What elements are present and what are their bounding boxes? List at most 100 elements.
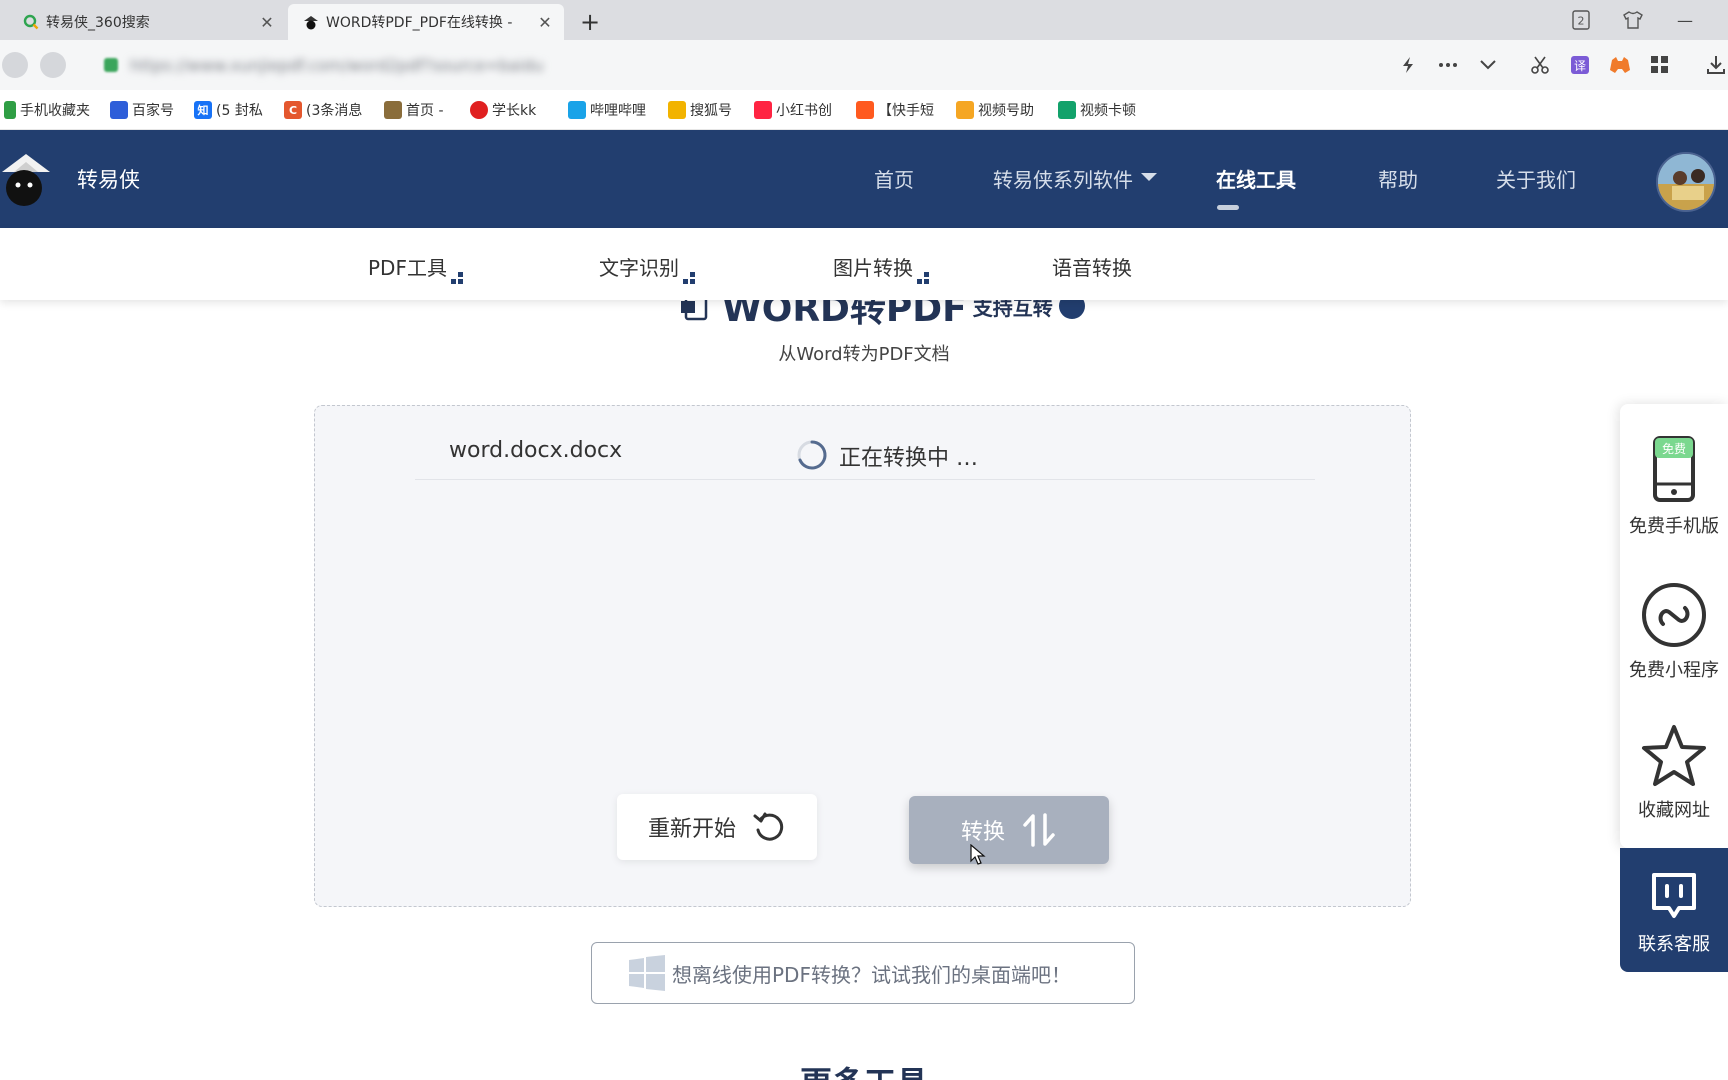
free-miniprogram-label: 免费小程序 xyxy=(1629,660,1719,681)
xiaohongshu-icon xyxy=(754,101,772,119)
desktop-promo-text: 想离线使用PDF转换？试试我们的桌面端吧！ xyxy=(672,962,1071,987)
bookmark-item[interactable]: 搜狐号 xyxy=(668,99,732,121)
subnav-label: 文字识别 xyxy=(599,256,679,280)
floating-side-panel: 免费 免费手机版 免费小程序 收藏网址 xyxy=(1620,404,1728,848)
shirt-skin-icon[interactable] xyxy=(1620,6,1646,34)
back-button[interactable] xyxy=(2,52,28,78)
close-tab-icon[interactable]: ✕ xyxy=(258,13,276,32)
swap-arrows-icon xyxy=(1023,813,1055,847)
bookmark-item[interactable]: 哔哩哔哩 xyxy=(568,99,646,121)
bookmark-item[interactable]: 首页 - xyxy=(384,99,444,121)
brand-logo-icon[interactable] xyxy=(0,150,52,208)
window-count: 2 xyxy=(1578,15,1585,28)
refresh-icon xyxy=(753,812,784,841)
browser-tab-search[interactable]: 转易侠_360搜索 ✕ xyxy=(8,4,286,40)
file-name: word.docx.docx xyxy=(449,438,623,463)
kuaishou-icon xyxy=(856,101,874,119)
contact-support-button[interactable]: 联系客服 xyxy=(1620,848,1728,972)
star-icon xyxy=(1642,725,1706,786)
paw-icon xyxy=(110,101,128,119)
restart-label: 重新开始 xyxy=(647,817,736,842)
search-favicon-icon xyxy=(22,13,40,31)
video-card-icon xyxy=(1058,101,1076,119)
nav-software-series[interactable]: 转易侠系列软件 xyxy=(993,164,1157,193)
subnav-pdf-tools[interactable]: PDF工具 xyxy=(368,252,463,284)
bookmark-item[interactable]: 百家号 xyxy=(110,99,174,121)
avatar[interactable] xyxy=(1656,152,1716,212)
book-icon xyxy=(384,101,402,119)
nav-help[interactable]: 帮助 xyxy=(1378,164,1418,193)
mouse-cursor-icon xyxy=(970,844,986,865)
bookmark-item[interactable]: 【快手短 xyxy=(856,99,934,121)
csdn-icon: C xyxy=(284,101,302,119)
subnav-voice-convert[interactable]: 语音转换 xyxy=(1052,252,1132,281)
nav-online-tools[interactable]: 在线工具 xyxy=(1216,164,1296,193)
tab-label: WORD转PDF_PDF在线转换 - xyxy=(326,15,513,31)
desktop-app-promo[interactable]: 想离线使用PDF转换？试试我们的桌面端吧！ xyxy=(591,942,1135,1004)
game-icon[interactable] xyxy=(1608,53,1632,77)
subnav-label: 图片转换 xyxy=(833,256,913,280)
miniprogram-icon xyxy=(1642,583,1706,647)
caret-down-icon xyxy=(1141,173,1157,181)
bookmark-site-link[interactable]: 收藏网址 xyxy=(1620,724,1728,822)
butterfly-icon xyxy=(956,101,974,119)
bookmark-item[interactable]: 小红书创 xyxy=(754,99,832,121)
site-favicon-icon xyxy=(302,13,320,31)
free-mobile-label: 免费手机版 xyxy=(1629,516,1719,537)
phone-bookmark-icon xyxy=(4,101,16,119)
subnav-image-convert[interactable]: 图片转换 xyxy=(833,252,929,284)
lock-icon xyxy=(104,58,118,72)
subnav-ocr[interactable]: 文字识别 xyxy=(599,252,695,284)
chevron-down-icon[interactable] xyxy=(1476,53,1500,77)
zhihu-icon: 知 xyxy=(194,101,212,119)
more-icon[interactable] xyxy=(1436,53,1460,77)
bookmark-item[interactable]: 学长kk xyxy=(470,99,536,121)
site-header: 转易侠 首页 转易侠系列软件 在线工具 帮助 关于我们 xyxy=(0,130,1728,228)
play-icon xyxy=(470,101,488,119)
window-count-icon[interactable]: 2 xyxy=(1568,6,1594,34)
tab-label: 转易侠_360搜索 xyxy=(46,15,150,31)
conversion-status: 正在转换中 … xyxy=(839,446,978,471)
windows-logo-icon xyxy=(629,955,665,991)
minimize-button[interactable]: — xyxy=(1672,6,1698,34)
bookmark-item[interactable]: 手机收藏夹 xyxy=(4,99,90,121)
restart-button[interactable]: 重新开始 xyxy=(617,794,817,860)
bookmark-item[interactable]: C (3条消息 xyxy=(284,99,362,121)
new-tab-button[interactable]: + xyxy=(576,8,604,36)
contact-support-label: 联系客服 xyxy=(1638,934,1710,955)
refresh-button[interactable] xyxy=(40,52,66,78)
apps-icon[interactable] xyxy=(1648,53,1672,77)
scissors-icon[interactable] xyxy=(1528,53,1552,77)
nav-about[interactable]: 关于我们 xyxy=(1496,164,1576,193)
convert-button[interactable]: 转换 xyxy=(909,796,1109,864)
bookmarks-bar: 手机收藏夹 百家号 知 (5 封私 C (3条消息 首页 - 学长kk 哔哩哔哩 搜… xyxy=(0,90,1728,130)
sohu-icon xyxy=(668,101,686,119)
brand-name[interactable]: 转易侠 xyxy=(77,164,140,194)
browser-tab-word-to-pdf[interactable]: WORD转PDF_PDF在线转换 - ✕ xyxy=(288,4,564,40)
close-tab-icon[interactable]: ✕ xyxy=(536,13,554,32)
upload-dropzone[interactable]: word.docx.docx 正在转换中 … 重新开始 转换 xyxy=(314,405,1411,907)
chat-bubble-icon xyxy=(1652,873,1696,918)
page-subtitle: 从Word转为PDF文档 xyxy=(778,344,950,365)
download-icon[interactable] xyxy=(1704,53,1728,77)
bilibili-icon xyxy=(568,101,586,119)
grid-dots-icon xyxy=(450,272,463,284)
browser-tab-bar: 转易侠_360搜索 ✕ WORD转PDF_PDF在线转换 - ✕ + 2 — xyxy=(0,0,1728,40)
bookmark-item[interactable]: 视频卡顿 xyxy=(1058,99,1136,121)
free-mobile-app-link[interactable]: 免费 免费手机版 xyxy=(1620,434,1728,538)
bookmark-item[interactable]: 视频号助 xyxy=(956,99,1034,121)
translate-glyph: 译 xyxy=(1571,56,1589,74)
nav-home[interactable]: 首页 xyxy=(874,164,914,193)
more-tools-heading: 更多工具 xyxy=(0,1058,1728,1080)
lightning-icon[interactable] xyxy=(1396,53,1420,77)
address-toolbar: https://www.xunjiepdf.com/word2pdf?sourc… xyxy=(0,40,1728,90)
grid-dots-icon xyxy=(683,272,695,284)
url-text: https://www.xunjiepdf.com/word2pdf?sourc… xyxy=(130,55,544,75)
bookmark-item[interactable]: 知 (5 封私 xyxy=(194,99,263,121)
mobile-phone-icon: 免费 xyxy=(1653,436,1695,502)
translate-icon[interactable]: 译 xyxy=(1568,53,1592,77)
free-miniprogram-link[interactable]: 免费小程序 xyxy=(1620,582,1728,682)
file-row: word.docx.docx 正在转换中 … xyxy=(415,416,1315,480)
url-bar[interactable]: https://www.xunjiepdf.com/word2pdf?sourc… xyxy=(92,48,1362,82)
convert-label: 转换 xyxy=(960,820,1005,845)
